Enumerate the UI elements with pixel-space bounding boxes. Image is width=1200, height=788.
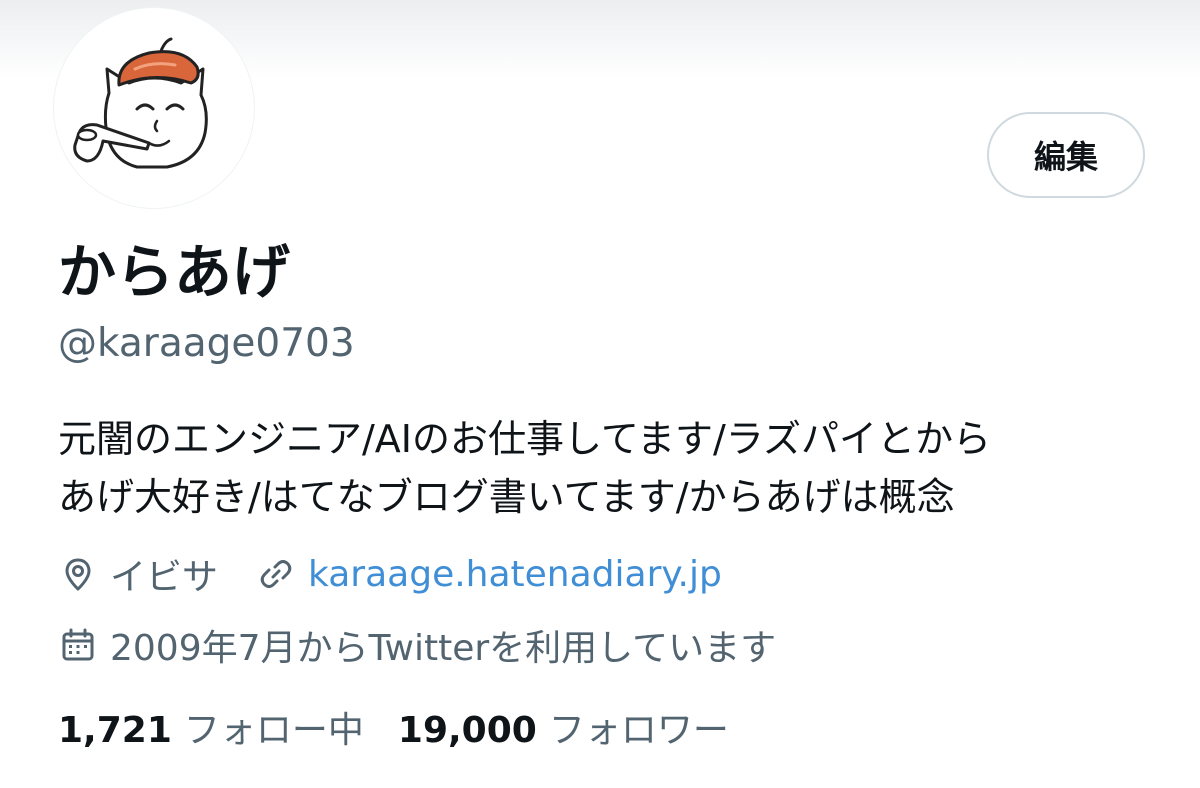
following-label: フォロー中 [183,710,364,751]
bio-line: 元闇のエンジニア/AIのお仕事してます/ラズパイとから [58,417,992,461]
location-text: イビサ [110,557,219,598]
profile-bio: 元闇のエンジニア/AIのお仕事してます/ラズパイとから あげ大好き/はてなブログ… [58,410,1158,526]
follow-stats: 1,721 フォロー中 19,000 フォロワー [58,702,729,752]
following-stat[interactable]: 1,721 フォロー中 [58,701,364,753]
profile-meta-row: イビサ karaage.hatenadiary.jp [58,548,722,600]
user-handle: @karaage0703 [58,321,355,366]
edit-profile-button[interactable]: 編集 [987,112,1145,198]
followers-label: フォロワー [548,710,729,751]
website-link[interactable]: karaage.hatenadiary.jp [308,554,722,595]
location-item: イビサ [58,548,218,600]
link-icon [256,554,296,594]
avatar[interactable] [54,8,254,208]
followers-count: 19,000 [397,710,537,751]
profile-meta-row: 2009年7月からTwitterを利用しています [58,619,776,671]
joined-text: 2009年7月からTwitterを利用しています [110,628,777,669]
bio-line: あげ大好き/はてなブログ書いてます/からあげは概念 [58,475,955,519]
joined-item: 2009年7月からTwitterを利用しています [58,619,776,671]
calendar-icon [58,625,98,665]
website-item[interactable]: karaage.hatenadiary.jp [256,554,722,595]
display-name: からあげ [58,238,291,306]
location-pin-icon [58,554,98,594]
following-count: 1,721 [58,710,172,751]
followers-stat[interactable]: 19,000 フォロワー [398,701,729,753]
cat-avatar-icon [73,37,208,169]
